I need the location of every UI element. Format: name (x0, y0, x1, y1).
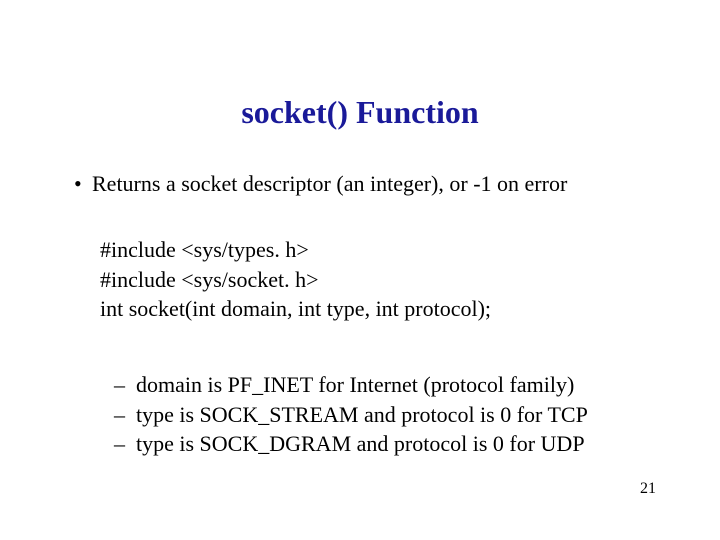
code-line-1: #include <sys/types. h> (100, 235, 491, 265)
bullet-item: •Returns a socket descriptor (an integer… (74, 171, 567, 197)
sub-bullet-item-3: –type is SOCK_DGRAM and protocol is 0 fo… (114, 429, 588, 459)
bullet-text: Returns a socket descriptor (an integer)… (92, 171, 567, 196)
code-line-3: int socket(int domain, int type, int pro… (100, 294, 491, 324)
dash-marker-icon: – (114, 400, 136, 430)
sub-bullet-item-2: –type is SOCK_STREAM and protocol is 0 f… (114, 400, 588, 430)
sub-bullet-item-1: –domain is PF_INET for Internet (protoco… (114, 370, 588, 400)
code-line-2: #include <sys/socket. h> (100, 265, 491, 295)
sub-bullet-list: –domain is PF_INET for Internet (protoco… (114, 370, 588, 459)
slide-title: socket() Function (0, 94, 720, 131)
slide: socket() Function •Returns a socket desc… (0, 0, 720, 540)
sub-bullet-text-3: type is SOCK_DGRAM and protocol is 0 for… (136, 431, 585, 456)
dash-marker-icon: – (114, 429, 136, 459)
dash-marker-icon: – (114, 370, 136, 400)
code-block: #include <sys/types. h> #include <sys/so… (100, 235, 491, 324)
sub-bullet-text-2: type is SOCK_STREAM and protocol is 0 fo… (136, 402, 588, 427)
bullet-marker-icon: • (74, 171, 92, 197)
sub-bullet-text-1: domain is PF_INET for Internet (protocol… (136, 372, 574, 397)
page-number: 21 (640, 480, 656, 498)
